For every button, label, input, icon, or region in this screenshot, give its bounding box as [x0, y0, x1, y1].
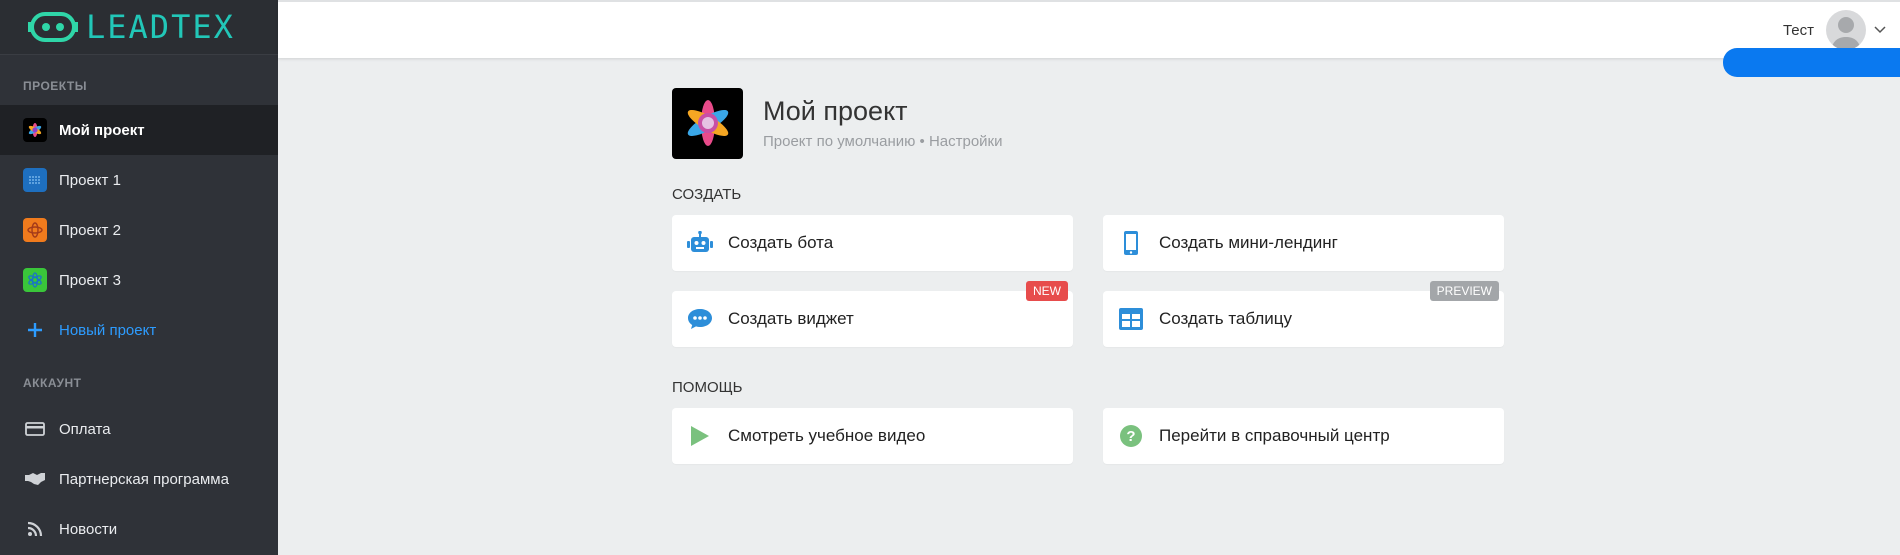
new-badge: NEW — [1026, 281, 1068, 301]
pattern-icon — [23, 218, 47, 242]
pattern-icon — [23, 268, 47, 292]
logo-text: LEADTEX — [86, 8, 235, 46]
sidebar-item-label: Новости — [59, 520, 118, 538]
page-title: Мой проект — [763, 96, 908, 126]
user-menu[interactable]: Тест — [1783, 10, 1886, 50]
credit-card-icon — [23, 417, 47, 441]
sidebar-item-project-3[interactable]: Проект 3 — [0, 255, 278, 305]
flower-icon — [23, 118, 47, 142]
handshake-icon — [23, 467, 47, 491]
help-circle-icon: ? — [1117, 422, 1145, 450]
sidebar-item-label: Проект 1 — [59, 171, 121, 189]
create-grid: Создать бота Создать мини-лендинг NEW Со… — [672, 215, 1504, 347]
card-label: Создать бота — [728, 233, 834, 252]
preview-badge: PREVIEW — [1429, 281, 1499, 301]
card-label: Смотреть учебное видео — [728, 426, 926, 445]
card-label: Перейти в справочный центр — [1159, 426, 1390, 445]
topbar: Тест — [278, 0, 1900, 58]
sidebar-item-partner[interactable]: Партнерская программа — [0, 454, 278, 504]
card-label: Создать мини-лендинг — [1159, 233, 1338, 252]
sidebar-item-label: Проект 3 — [59, 271, 121, 289]
sidebar-item-payment[interactable]: Оплата — [0, 404, 278, 454]
sidebar-item-label: Партнерская программа — [59, 470, 229, 488]
chat-icon — [686, 305, 714, 333]
mobile-icon — [1117, 229, 1145, 257]
robot-icon — [686, 229, 714, 257]
project-header: Мой проект Проект по умолчанию • Настрой… — [672, 87, 1504, 159]
sidebar-item-project-2[interactable]: Проект 2 — [0, 205, 278, 255]
watch-video-card[interactable]: Смотреть учебное видео — [672, 408, 1073, 464]
sidebar-item-label: Проект 2 — [59, 221, 121, 239]
create-widget-card[interactable]: NEW Создать виджет — [672, 281, 1073, 347]
sidebar-item-label: Оплата — [59, 420, 111, 438]
account-section-title: АККАУНТ — [23, 376, 82, 390]
rss-icon — [23, 517, 47, 541]
flower-icon — [687, 100, 728, 146]
help-grid: Смотреть учебное видео ? Перейти в справ… — [672, 408, 1504, 464]
notification-pill[interactable] — [1723, 48, 1900, 77]
projects-section-title: ПРОЕКТЫ — [23, 79, 88, 93]
create-table-card[interactable]: PREVIEW Создать таблицу — [1103, 281, 1504, 347]
new-project-label: Новый проект — [59, 321, 157, 339]
sidebar-item-my-project[interactable]: Мой проект — [0, 105, 278, 155]
sidebar-item-label: Мой проект — [59, 121, 145, 139]
user-name: Тест — [1782, 21, 1814, 39]
robot-logo-icon — [28, 12, 78, 42]
avatar — [1826, 10, 1866, 50]
card-label: Создать виджет — [728, 309, 854, 328]
main-content: Мой проект Проект по умолчанию • Настрой… — [672, 87, 1504, 464]
create-landing-card[interactable]: Создать мини-лендинг — [1103, 215, 1504, 271]
create-section-title: СОЗДАТЬ — [672, 186, 742, 203]
sidebar-item-project-1[interactable]: Проект 1 — [0, 155, 278, 205]
help-section-title: ПОМОЩЬ — [672, 379, 743, 396]
sidebar-item-news[interactable]: Новости — [0, 504, 278, 554]
new-project-button[interactable]: Новый проект — [0, 305, 278, 355]
project-subtitle[interactable]: Проект по умолчанию • Настройки — [763, 133, 1003, 150]
pattern-icon — [23, 168, 47, 192]
help-center-card[interactable]: ? Перейти в справочный центр — [1103, 408, 1504, 464]
play-icon — [686, 422, 714, 450]
sidebar: LEADTEX ПРОЕКТЫ Мой проект Проект 1 Прое… — [0, 0, 278, 555]
create-bot-card[interactable]: Создать бота — [672, 215, 1073, 271]
svg-text:?: ? — [1126, 428, 1135, 445]
project-logo — [672, 87, 743, 159]
logo[interactable]: LEADTEX — [0, 0, 278, 55]
plus-icon — [23, 318, 47, 342]
card-label: Создать таблицу — [1159, 309, 1293, 328]
chevron-down-icon — [1874, 21, 1886, 39]
table-icon — [1117, 305, 1145, 333]
